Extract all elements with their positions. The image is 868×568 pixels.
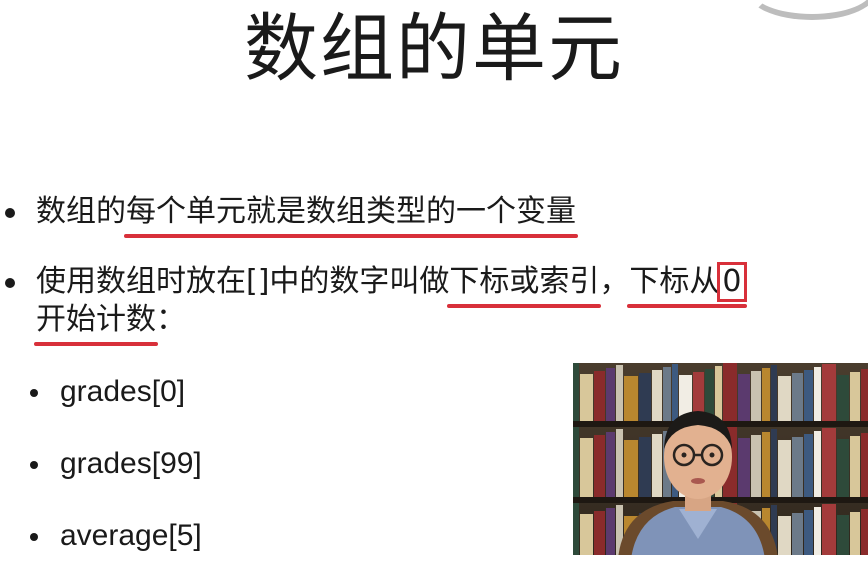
bullet-2-zero-box: 0 [717,262,747,302]
book-spine [814,367,821,421]
bullet-2-comma: ， [599,264,630,299]
presenter-icon [618,411,778,555]
book-spine [792,437,803,497]
sub-item: grades[99] [0,446,560,486]
sub-bullet-dot [30,461,38,469]
bullet-dot [5,208,15,218]
sub-bullet-dot [30,533,38,541]
book-spine [837,439,849,497]
sub-item-text: average[5] [60,519,202,552]
book-spine [861,433,868,497]
bullet-dot [5,278,15,288]
sub-item: average[5] [0,518,560,558]
book-spine [573,363,579,421]
book-spine [850,512,860,555]
bullet-2-line-2: 开始计数： [34,302,186,346]
bullet-1: 数组的每个单元就是数组类型的一个变量 [0,194,868,238]
book-spine [580,514,593,555]
book-spine [814,507,821,555]
book-spine [792,513,803,555]
book-spine [837,515,849,555]
sub-item: grades[0] [0,374,560,414]
book-spine [594,371,605,421]
bullet-2: 使用数组时放在[]中的数字叫做下标或索引，下标从 0 开始计数： [0,262,868,346]
bullet-2-underlined-count: 开始计数 [34,302,158,346]
bullet-1-plain: 数组的 [36,194,126,229]
bullet-2-underlined-index: 下标或索引 [447,264,602,308]
book-spine [594,511,605,555]
book-spine [822,504,836,555]
bullet-2-underlined-start: 下标从 0 [627,262,747,308]
bullet-1-text: 数组的每个单元就是数组类型的一个变量 [36,194,578,238]
book-spine [580,374,593,421]
book-spine [822,428,836,497]
book-spine [814,431,821,497]
sub-bullet-dot [30,389,38,397]
book-spine [594,435,605,497]
sub-item-text: grades[99] [60,447,202,480]
book-spine [580,438,593,497]
book-spine [861,369,868,421]
bullet-2-colon: ： [156,302,186,337]
book-spine [804,510,813,555]
bullet-2-line-1: 使用数组时放在[]中的数字叫做下标或索引，下标从 0 [36,262,747,308]
bullet-2-start-text: 下标从 [629,264,720,299]
book-spine [804,370,813,421]
presenter-video[interactable] [573,363,868,555]
book-spine [850,436,860,497]
book-spine [850,372,860,421]
book-spine [792,373,803,421]
slide-title: 数组的单元 [244,6,624,92]
sub-item-text: grades[0] [60,375,186,408]
book-spine [573,503,579,555]
slide: 数组的单元 数组的每个单元就是数组类型的一个变量 使用数组时放在[]中的数字叫做… [0,0,868,568]
book-spine [861,509,868,555]
bullet-1-underlined: 每个单元就是数组类型的一个变量 [124,194,578,238]
book-spine [837,375,849,421]
book-spine [804,434,813,497]
bullet-2-plain: 使用数组时放在[]中的数字叫做 [36,264,450,299]
book-spine [822,364,836,421]
book-spine [573,427,579,497]
